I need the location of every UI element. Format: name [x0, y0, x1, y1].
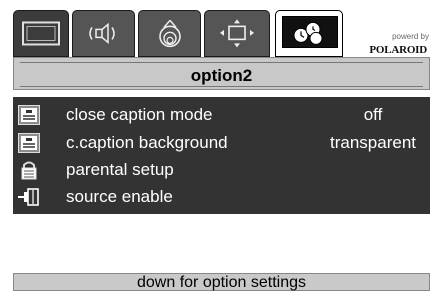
menu-item-label: source enable: [66, 187, 173, 206]
audio-icon: [88, 22, 115, 44]
color-adjust-icon: [158, 19, 181, 47]
menu-item-close-caption-mode[interactable]: close caption mode off: [13, 103, 430, 128]
help-bar: down for option settings: [13, 273, 430, 291]
tab-audio[interactable]: [72, 10, 135, 57]
header-divider-top: [20, 62, 423, 63]
powered-by-label: powerd by: [392, 32, 429, 41]
menu-item-value: transparent: [330, 133, 416, 152]
tab-picture[interactable]: [13, 10, 69, 57]
lock-icon: [21, 161, 37, 180]
tab-color[interactable]: [138, 10, 201, 57]
tab-screen[interactable]: [204, 10, 270, 57]
tab-options[interactable]: [275, 10, 343, 57]
menu-item-value: off: [363, 105, 383, 124]
header-divider-bottom: [20, 86, 423, 87]
screen-adjust-icon: [220, 18, 254, 47]
options-icon: [293, 21, 323, 45]
menu-item-label: parental setup: [66, 160, 174, 179]
option-menu-list: close caption mode off c.caption backgro…: [13, 97, 430, 214]
brand-logo: powerd by POLAROID: [348, 14, 432, 56]
menu-item-caption-background[interactable]: c.caption background transparent: [13, 131, 430, 156]
input-source-icon: [18, 188, 39, 206]
page-title: option2: [190, 66, 253, 85]
menu-item-parental-setup[interactable]: parental setup: [13, 158, 430, 183]
brand-name: POLAROID: [369, 44, 427, 56]
menu-header: option2: [13, 57, 430, 90]
help-text: down for option settings: [137, 274, 306, 291]
closed-caption-icon: [18, 133, 40, 153]
menu-item-source-enable[interactable]: source enable: [13, 185, 430, 210]
menu-tab-bar: powerd by POLAROID: [13, 10, 432, 57]
menu-item-label: c.caption background: [66, 133, 228, 152]
menu-item-label: close caption mode: [66, 105, 213, 124]
closed-caption-icon: [18, 105, 40, 125]
picture-icon: [22, 20, 60, 45]
